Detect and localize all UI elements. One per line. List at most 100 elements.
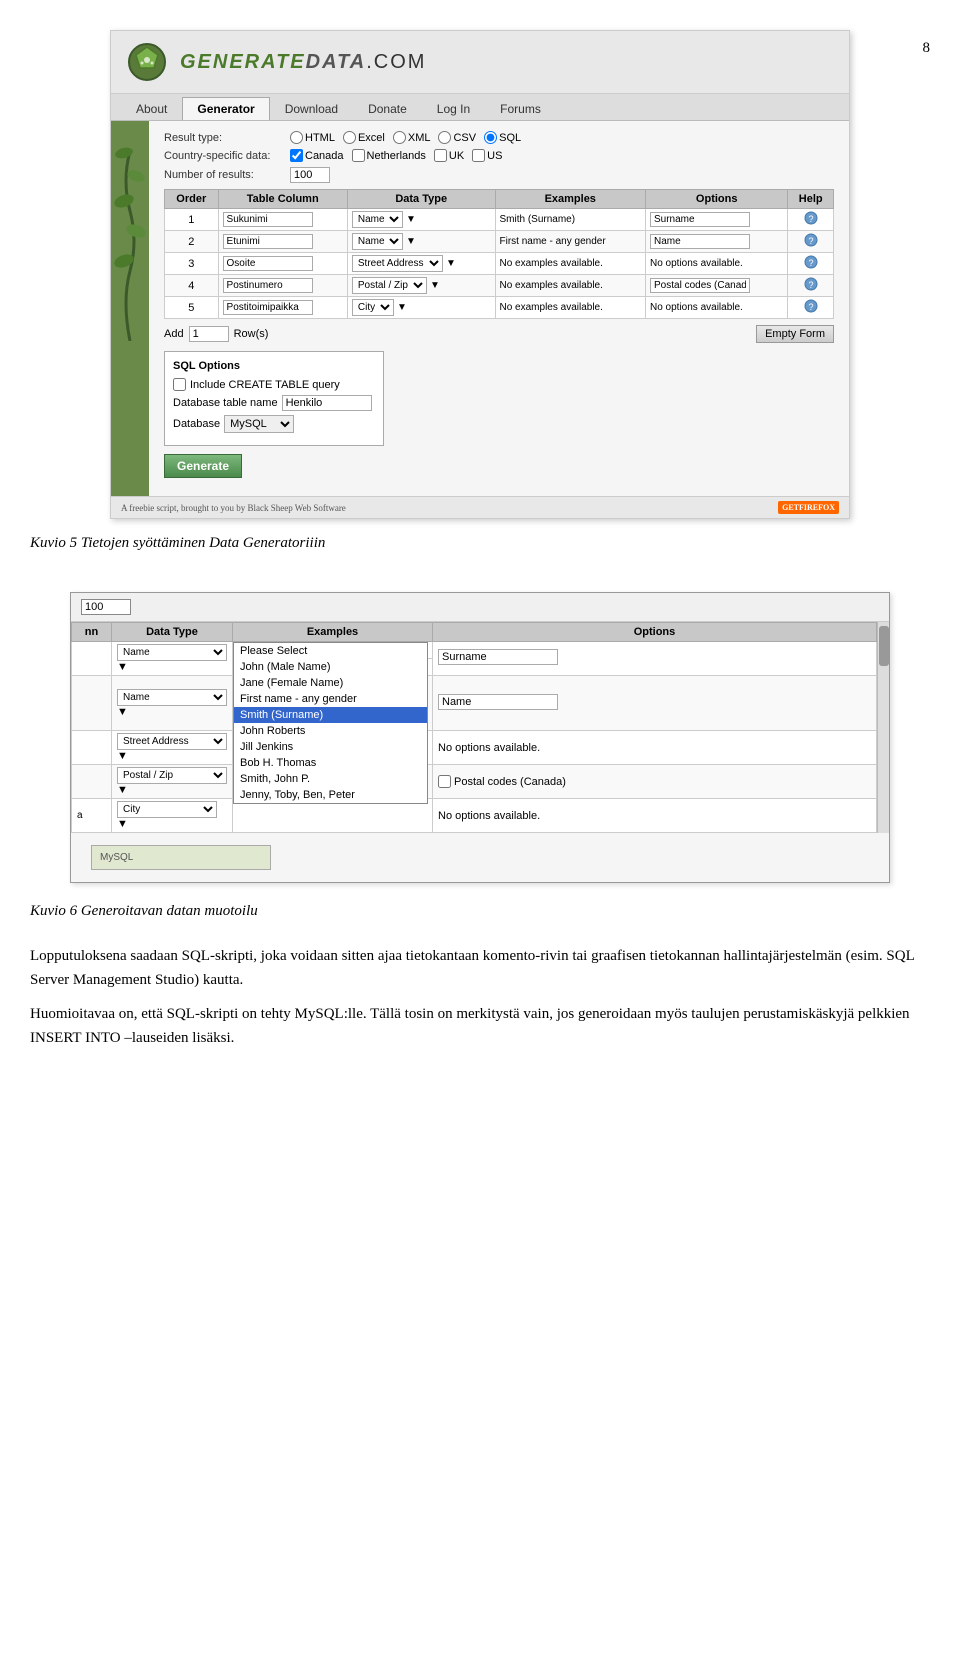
- col-name-input[interactable]: [223, 212, 313, 227]
- result-sql[interactable]: SQL: [484, 131, 521, 144]
- empty-form-button[interactable]: Empty Form: [756, 325, 834, 343]
- gd-nav: About Generator Download Donate Log In F…: [111, 94, 849, 121]
- type-select[interactable]: Street Address: [352, 255, 443, 272]
- database-row: Database MySQL MSSQL Oracle: [173, 415, 375, 433]
- nav-about[interactable]: About: [121, 97, 182, 120]
- table-row: a City ▼ No options available.: [72, 799, 877, 833]
- generate-button[interactable]: Generate: [164, 454, 242, 478]
- th-options: Options: [646, 190, 788, 209]
- dropdown-item-2[interactable]: Jane (Female Name): [234, 675, 427, 691]
- table-row: 2 Name ▼ First name - any gender ?: [165, 231, 834, 253]
- col-name-input[interactable]: [223, 278, 313, 293]
- result-html[interactable]: HTML: [290, 131, 335, 144]
- page-number: 8: [923, 40, 931, 57]
- sc2-sql-label: MySQL: [100, 852, 262, 863]
- dropdown-item-3[interactable]: First name - any gender: [234, 691, 427, 707]
- country-us[interactable]: US: [472, 149, 502, 162]
- no-options-3: No options available.: [438, 742, 540, 754]
- nav-donate[interactable]: Donate: [353, 97, 422, 120]
- nav-login[interactable]: Log In: [422, 97, 485, 120]
- num-results-input[interactable]: [290, 167, 330, 183]
- type-select[interactable]: Name: [352, 211, 403, 228]
- country-canada[interactable]: Canada: [290, 149, 344, 162]
- postal-codes-label: Postal codes (Canada): [438, 775, 871, 788]
- dropdown-item-0[interactable]: Please Select: [234, 643, 427, 659]
- examples-dropdown[interactable]: Please Select John (Male Name) Jane (Fem…: [233, 642, 428, 804]
- screenshot2: nn Data Type Examples Options Name: [70, 592, 890, 883]
- result-type-row: Result type: HTML Excel XML CSV SQL: [164, 131, 834, 144]
- datatype-select-4[interactable]: Postal / Zip: [117, 767, 227, 784]
- help-icon[interactable]: ?: [804, 277, 818, 291]
- dropdown-item-1[interactable]: John (Male Name): [234, 659, 427, 675]
- col-name-input[interactable]: [223, 300, 313, 315]
- type-select[interactable]: Postal / Zip: [352, 277, 427, 294]
- nav-download[interactable]: Download: [270, 97, 353, 120]
- col-name-input[interactable]: [223, 256, 313, 271]
- add-count-input[interactable]: [189, 326, 229, 342]
- sc2-top: [71, 593, 889, 622]
- datatype-select-3[interactable]: Street Address: [117, 733, 227, 750]
- dropdown-item-5[interactable]: John Roberts: [234, 723, 427, 739]
- datatype-select-5[interactable]: City: [117, 801, 217, 818]
- nav-forums[interactable]: Forums: [485, 97, 556, 120]
- svg-text:?: ?: [808, 236, 813, 246]
- result-xml[interactable]: XML: [393, 131, 431, 144]
- result-type-options: HTML Excel XML CSV SQL: [290, 131, 521, 144]
- table-row: Street Address ▼ No options available.: [72, 731, 877, 765]
- gd-footer: A freebie script, brought to you by Blac…: [111, 496, 849, 518]
- ivy-decoration: [111, 121, 149, 496]
- database-select[interactable]: MySQL MSSQL Oracle: [224, 415, 294, 433]
- add-row-controls: Add Row(s) Empty Form: [164, 325, 834, 343]
- table-row: 4 Postal / Zip ▼ No examples available. …: [165, 275, 834, 297]
- sc2-table-area: nn Data Type Examples Options Name: [71, 622, 889, 833]
- help-icon[interactable]: ?: [804, 299, 818, 313]
- svg-text:?: ?: [808, 214, 813, 224]
- postal-codes-checkbox[interactable]: [438, 775, 451, 788]
- sc2-data-table: nn Data Type Examples Options Name: [71, 622, 877, 833]
- result-excel[interactable]: Excel: [343, 131, 385, 144]
- help-icon[interactable]: ?: [804, 233, 818, 247]
- dropdown-item-7[interactable]: Bob H. Thomas: [234, 755, 427, 771]
- dropdown-item-4[interactable]: Smith (Surname): [234, 707, 427, 723]
- option-input[interactable]: [650, 278, 750, 293]
- sql-options-title: SQL Options: [173, 360, 375, 372]
- body-text: Lopputuloksena saadaan SQL-skripti, joka…: [30, 944, 930, 1050]
- add-label: Add: [164, 328, 184, 340]
- option-input-1[interactable]: [438, 649, 558, 665]
- country-netherlands[interactable]: Netherlands: [352, 149, 426, 162]
- datatype-select-1[interactable]: Name: [117, 644, 227, 661]
- th-examples: Examples: [495, 190, 646, 209]
- type-select[interactable]: City: [352, 299, 394, 316]
- rows-label: Row(s): [234, 328, 269, 340]
- nav-generator[interactable]: Generator: [182, 97, 269, 120]
- sc2-th-nn: nn: [72, 623, 112, 642]
- option-input-2[interactable]: [438, 694, 558, 710]
- country-uk[interactable]: UK: [434, 149, 464, 162]
- scrollbar[interactable]: [877, 622, 889, 833]
- sc2-th-options: Options: [433, 623, 877, 642]
- sc2-number-input[interactable]: [81, 599, 131, 615]
- result-type-label: Result type:: [164, 132, 284, 144]
- table-row: Name ▼ Smith (Surname) ▼: [72, 642, 877, 676]
- th-order: Order: [165, 190, 219, 209]
- dropdown-item-6[interactable]: Jill Jenkins: [234, 739, 427, 755]
- svg-text:?: ?: [808, 302, 813, 312]
- include-create-checkbox[interactable]: [173, 378, 186, 391]
- result-csv[interactable]: CSV: [438, 131, 476, 144]
- country-label: Country-specific data:: [164, 150, 284, 162]
- help-icon[interactable]: ?: [804, 211, 818, 225]
- scrollbar-thumb: [879, 626, 889, 666]
- db-table-input[interactable]: [282, 395, 372, 411]
- help-icon[interactable]: ?: [804, 255, 818, 269]
- table-row: 5 City ▼ No examples available. No optio…: [165, 297, 834, 319]
- include-create-row: Include CREATE TABLE query: [173, 378, 375, 391]
- option-input[interactable]: [650, 212, 750, 227]
- type-select[interactable]: Name: [352, 233, 403, 250]
- dropdown-item-8[interactable]: Smith, John P.: [234, 771, 427, 787]
- col-name-input[interactable]: [223, 234, 313, 249]
- data-table: Order Table Column Data Type Examples Op…: [164, 189, 834, 319]
- dropdown-item-9[interactable]: Jenny, Toby, Ben, Peter: [234, 787, 427, 803]
- datatype-select-2[interactable]: Name: [117, 689, 227, 706]
- sc2-bottom: MySQL: [71, 833, 889, 882]
- option-input[interactable]: [650, 234, 750, 249]
